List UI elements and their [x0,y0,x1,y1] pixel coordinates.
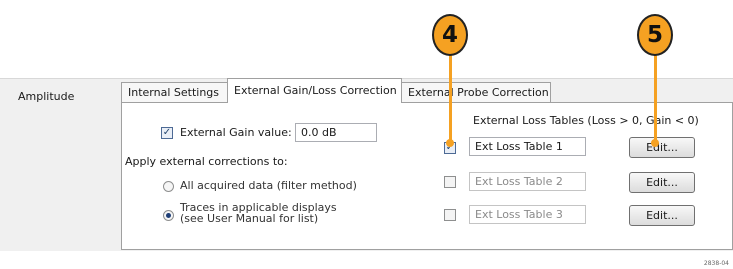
apply-corrections-heading: Apply external corrections to: [125,155,288,168]
all-acquired-data-radio[interactable] [163,181,174,192]
radio-selected-dot [166,213,171,218]
all-acquired-data-label: All acquired data (filter method) [180,179,357,192]
loss-table-1-edit-button[interactable]: Edit... [629,137,695,158]
loss-table-1-name-field[interactable]: Ext Loss Table 1 [469,137,586,156]
callout-5: 5 [637,14,673,56]
traces-in-applicable-displays-label: Traces in applicable displays (see User … [180,202,337,224]
external-gain-checkbox[interactable]: ✓ [161,127,173,139]
external-gain-label: External Gain value: [180,126,292,139]
loss-table-3-checkbox[interactable] [444,209,456,221]
tab-internal-settings[interactable]: Internal Settings [121,82,228,102]
external-gain-value-field[interactable]: 0.0 dB [295,123,377,142]
loss-table-2-edit-button[interactable]: Edit... [629,172,695,193]
figure-number: 2838-04 [703,260,729,267]
callout-5-leader-line [654,55,657,142]
tab-external-probe-correction[interactable]: External Probe Correction [401,82,551,102]
loss-table-3-name-field[interactable]: Ext Loss Table 3 [469,205,586,224]
loss-table-3-edit-button[interactable]: Edit... [629,205,695,226]
callout-5-target-dot [651,139,659,147]
callout-4-target-dot [446,139,454,147]
traces-label-line2: (see User Manual for list) [180,212,319,225]
loss-table-2-checkbox[interactable] [444,176,456,188]
loss-tables-heading: External Loss Tables (Loss > 0, Gain < 0… [473,114,699,127]
callout-4-leader-line [449,55,452,142]
section-label: Amplitude [18,90,75,103]
loss-table-2-name-field[interactable]: Ext Loss Table 2 [469,172,586,191]
traces-in-applicable-displays-radio[interactable] [163,210,174,221]
tab-external-gain-loss-correction[interactable]: External Gain/Loss Correction [227,78,402,103]
callout-4: 4 [432,14,468,56]
